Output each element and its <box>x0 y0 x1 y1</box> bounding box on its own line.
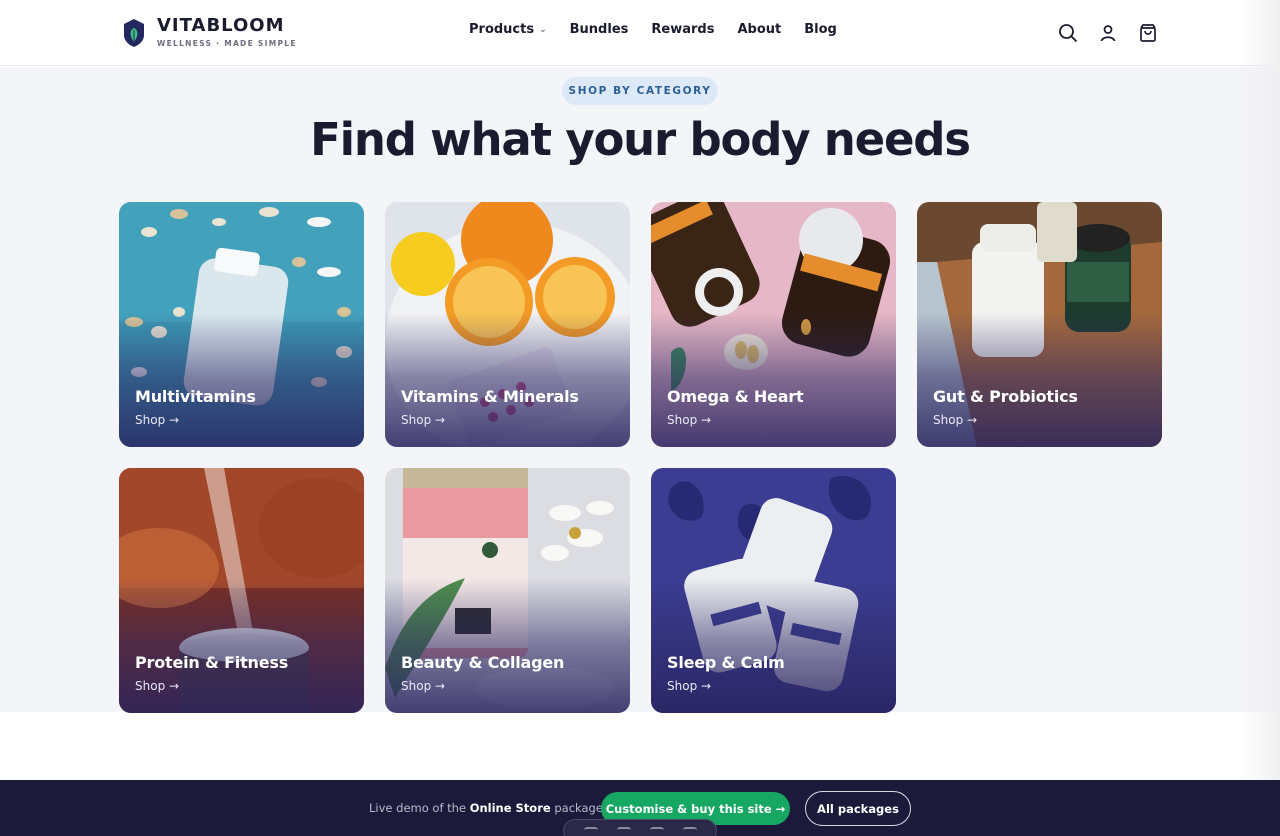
account-icon <box>1100 25 1116 42</box>
demo-notice: Live demo of the Online Store package. <box>369 801 607 815</box>
nav-item-blog[interactable]: Blog <box>804 22 837 37</box>
category-card-sleep-calm[interactable]: Sleep & Calm Shop → <box>651 468 896 713</box>
category-card-beauty-collagen[interactable]: Beauty & Collagen Shop → <box>385 468 630 713</box>
nav-item-rewards[interactable]: Rewards <box>651 22 714 37</box>
card-overlay <box>917 202 1162 447</box>
nav-item-label: Products <box>469 22 535 37</box>
demo-text-bold: Online Store <box>469 801 551 815</box>
card-overlay <box>651 468 896 713</box>
edge-fade <box>1240 0 1280 780</box>
category-title: Gut & Probiotics <box>933 387 1078 406</box>
demo-bar: Live demo of the Online Store package. C… <box>0 780 1280 836</box>
card-overlay <box>385 202 630 447</box>
category-title: Beauty & Collagen <box>401 653 565 672</box>
nav-item-bundles[interactable]: Bundles <box>570 22 629 37</box>
card-overlay <box>119 468 364 713</box>
brand-name: VITABLOOM <box>157 15 285 36</box>
category-title: Multivitamins <box>135 387 256 406</box>
account-button[interactable] <box>1097 22 1119 44</box>
shop-link[interactable]: Shop → <box>135 679 179 693</box>
tray-icon <box>616 827 631 835</box>
category-title: Omega & Heart <box>667 387 804 406</box>
shop-link[interactable]: Shop → <box>401 413 445 427</box>
nav-item-label: Rewards <box>651 22 715 37</box>
category-card-gut-probiotics[interactable]: Gut & Probiotics Shop → <box>917 202 1162 447</box>
nav-item-about[interactable]: About <box>737 22 781 37</box>
shop-link[interactable]: Shop → <box>667 679 711 693</box>
site-header: VITABLOOM WELLNESS · MADE SIMPLE Product… <box>0 0 1280 66</box>
leaf-shield-icon <box>124 18 144 47</box>
tray-icon <box>682 827 697 835</box>
card-overlay <box>651 202 896 447</box>
category-title: Sleep & Calm <box>667 653 785 672</box>
tray-icon <box>649 827 664 835</box>
all-packages-button[interactable]: All packages <box>805 791 911 826</box>
brand-tagline: WELLNESS · MADE SIMPLE <box>157 39 297 48</box>
nav-item-label: About <box>737 22 782 37</box>
demo-tray[interactable] <box>563 819 717 836</box>
main-nav: Products ⌄ Bundles Rewards About Blog <box>469 22 860 37</box>
tray-icon <box>583 827 598 835</box>
section-eyebrow: SHOP BY CATEGORY <box>562 77 718 105</box>
shop-link[interactable]: Shop → <box>401 679 445 693</box>
demo-text-suffix: package. <box>554 801 607 815</box>
cart-button[interactable] <box>1137 22 1159 44</box>
search-button[interactable] <box>1057 22 1079 44</box>
category-card-vitamins-minerals[interactable]: Vitamins & Minerals Shop → <box>385 202 630 447</box>
shop-link[interactable]: Shop → <box>135 413 179 427</box>
nav-item-label: Blog <box>804 22 837 37</box>
category-card-multivitamins[interactable]: Multivitamins Shop → <box>119 202 364 447</box>
nav-item-products[interactable]: Products ⌄ <box>469 22 547 37</box>
category-section: SHOP BY CATEGORY Find what your body nee… <box>0 67 1280 713</box>
cart-icon <box>1140 24 1156 42</box>
category-card-protein-fitness[interactable]: Protein & Fitness Shop → <box>119 468 364 713</box>
section-heading: Find what your body needs <box>310 113 971 166</box>
shop-link[interactable]: Shop → <box>667 413 711 427</box>
card-overlay <box>119 202 364 447</box>
shop-link[interactable]: Shop → <box>933 413 977 427</box>
nav-item-label: Bundles <box>569 22 629 37</box>
logo[interactable]: VITABLOOM WELLNESS · MADE SIMPLE <box>122 16 297 49</box>
search-icon <box>1059 24 1078 43</box>
demo-text-prefix: Live demo of the <box>369 801 467 815</box>
chevron-down-icon: ⌄ <box>539 24 547 35</box>
category-title: Protein & Fitness <box>135 653 289 672</box>
category-card-omega-heart[interactable]: Omega & Heart Shop → <box>651 202 896 447</box>
header-actions <box>1057 22 1177 44</box>
card-overlay <box>385 468 630 713</box>
category-title: Vitamins & Minerals <box>401 387 579 406</box>
